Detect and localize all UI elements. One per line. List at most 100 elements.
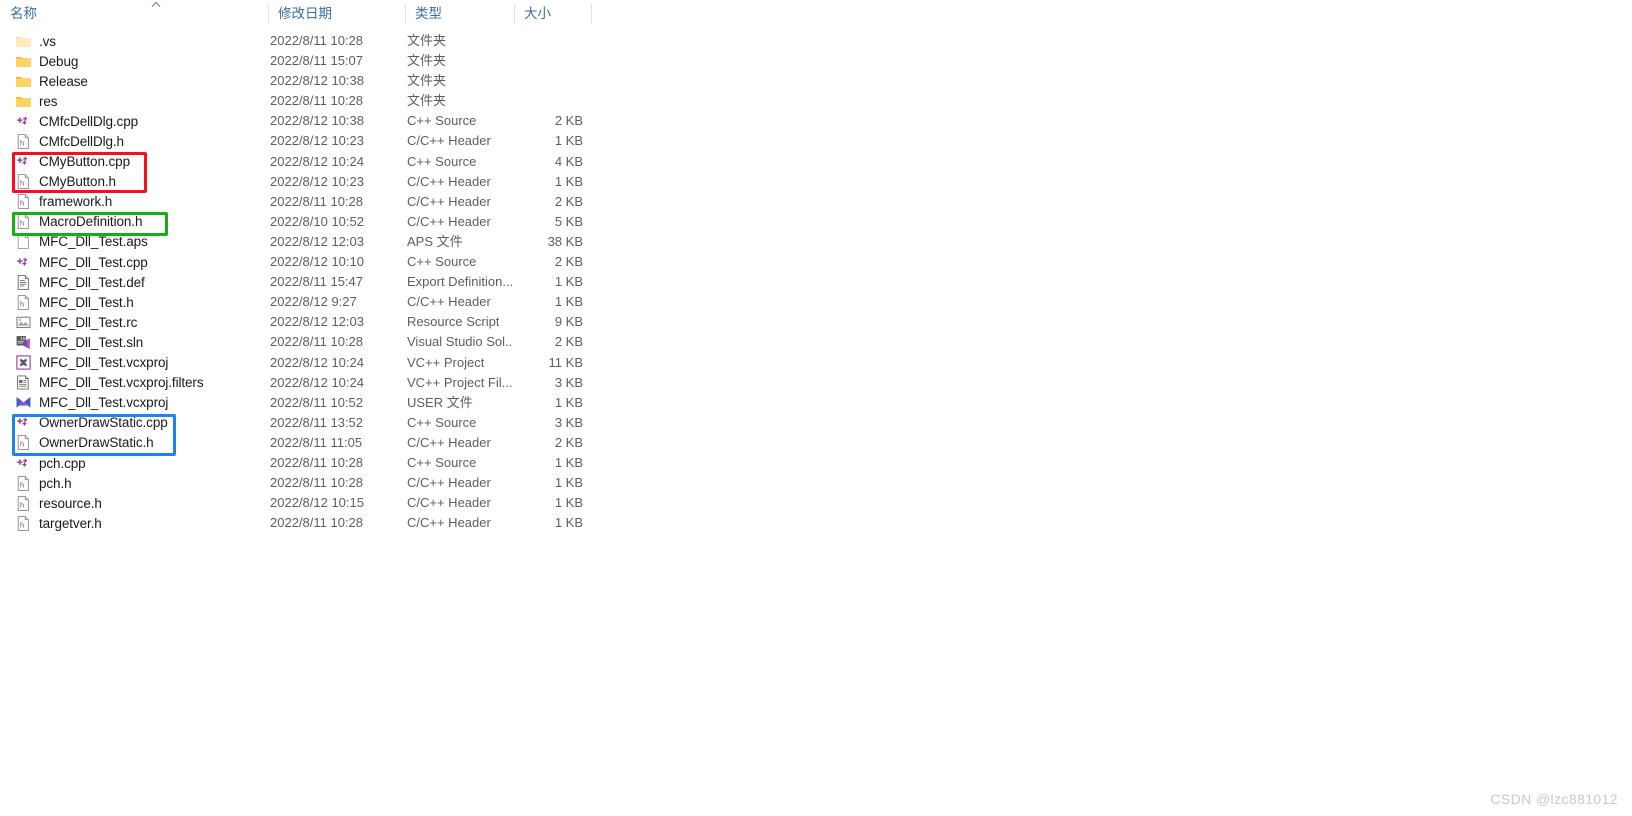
- resource-script-icon: [15, 314, 32, 331]
- folder-icon: [15, 53, 32, 70]
- column-divider[interactable]: [405, 4, 406, 24]
- file-row[interactable]: 16 MFC_Dll_Test.sln 2022/8/11 10:28 Visual …: [0, 332, 592, 352]
- file-name-cell[interactable]: h resource.h: [0, 493, 102, 513]
- file-name-cell[interactable]: OwnerDrawStatic.cpp: [0, 413, 168, 433]
- file-name-label: CMyButton.cpp: [39, 154, 130, 170]
- file-name-cell[interactable]: res: [0, 91, 58, 111]
- file-row[interactable]: MFC_Dll_Test.rc 2022/8/12 12:03 Resource S…: [0, 312, 592, 332]
- header-file-icon: h: [15, 193, 32, 210]
- file-name-label: MFC_Dll_Test.cpp: [39, 254, 148, 270]
- file-size: 1 KB: [554, 294, 583, 310]
- svg-text:h: h: [20, 139, 24, 148]
- file-row[interactable]: h resource.h 2022/8/12 10:15 C/C++ Header 1 …: [0, 493, 592, 513]
- file-name-cell[interactable]: h pch.h: [0, 473, 72, 493]
- file-name-label: targetver.h: [39, 515, 102, 531]
- file-row[interactable]: Release 2022/8/12 10:38 文件夹: [0, 71, 592, 91]
- file-row[interactable]: h framework.h 2022/8/11 10:28 C/C++ Header 2…: [0, 192, 592, 212]
- file-row[interactable]: Debug 2022/8/11 15:07 文件夹: [0, 51, 592, 71]
- folder-hidden-icon: [15, 33, 32, 50]
- file-row[interactable]: h MacroDefinition.h 2022/8/10 10:52 C/C++ H…: [0, 212, 592, 232]
- file-name-cell[interactable]: .vs: [0, 31, 56, 51]
- file-size: 1 KB: [554, 495, 583, 511]
- file-name-cell[interactable]: MFC_Dll_Test.cpp: [0, 252, 148, 272]
- column-header-size[interactable]: 大小: [514, 0, 592, 27]
- file-date-modified: 2022/8/10 10:52: [270, 213, 364, 229]
- file-date-modified: 2022/8/12 10:24: [270, 374, 364, 390]
- file-name-cell[interactable]: h CMyButton.h: [0, 172, 116, 192]
- svg-text:h: h: [20, 299, 24, 308]
- file-size: 38 KB: [547, 233, 583, 249]
- file-date-modified: 2022/8/12 10:24: [270, 354, 364, 370]
- header-file-icon: h: [15, 133, 32, 150]
- file-name-cell[interactable]: MFC_Dll_Test.rc: [0, 312, 137, 332]
- file-name-cell[interactable]: h targetver.h: [0, 513, 102, 533]
- file-size: 2 KB: [554, 254, 583, 270]
- file-name-label: MFC_Dll_Test.vcxproj: [39, 355, 169, 371]
- file-row[interactable]: h pch.h 2022/8/11 10:28 C/C++ Header 1 KB: [0, 473, 592, 493]
- file-name-cell[interactable]: MFC_Dll_Test.vcxproj.filters: [0, 373, 204, 393]
- sort-ascending-caret-icon: [150, 1, 162, 8]
- file-list[interactable]: .vs 2022/8/11 10:28 文件夹 Debug 2022/8/11 15:0…: [0, 31, 600, 533]
- file-name-cell[interactable]: MFC_Dll_Test.def: [0, 272, 145, 292]
- file-row[interactable]: .vs 2022/8/11 10:28 文件夹: [0, 31, 592, 51]
- folder-icon: [15, 73, 32, 90]
- file-name-label: MFC_Dll_Test.rc: [39, 314, 138, 330]
- column-header-name[interactable]: 名称: [0, 0, 268, 27]
- svg-text:h: h: [20, 480, 24, 489]
- file-name-cell[interactable]: h MFC_Dll_Test.h: [0, 292, 134, 312]
- file-date-modified: 2022/8/12 9:27: [270, 294, 357, 310]
- file-name-cell[interactable]: MFC_Dll_Test.aps: [0, 232, 148, 252]
- file-name-cell[interactable]: pch.cpp: [0, 453, 86, 473]
- file-row[interactable]: OwnerDrawStatic.cpp 2022/8/11 13:52 C++ So…: [0, 413, 592, 433]
- file-date-modified: 2022/8/11 10:28: [270, 33, 364, 48]
- vcxproj-user-icon: [15, 394, 32, 411]
- file-row[interactable]: MFC_Dll_Test.vcxproj.filters 2022/8/12 10…: [0, 373, 592, 393]
- file-row[interactable]: MFC_Dll_Test.def 2022/8/11 15:47 Export De…: [0, 272, 592, 292]
- column-divider[interactable]: [514, 4, 515, 24]
- file-name-cell[interactable]: MFC_Dll_Test.vcxproj: [0, 353, 168, 373]
- header-file-icon: h: [15, 173, 32, 190]
- column-header-date-modified[interactable]: 修改日期: [268, 0, 405, 27]
- file-row[interactable]: MFC_Dll_Test.cpp 2022/8/12 10:10 C++ Sourc…: [0, 252, 592, 272]
- file-date-modified: 2022/8/12 10:15: [270, 495, 364, 511]
- file-name-cell[interactable]: CMyButton.cpp: [0, 152, 130, 172]
- file-size: 2 KB: [554, 193, 583, 209]
- column-header-type[interactable]: 类型: [405, 0, 514, 27]
- file-row[interactable]: MFC_Dll_Test.vcxproj 2022/8/11 10:52 USER …: [0, 393, 592, 413]
- file-name-cell[interactable]: MFC_Dll_Test.vcxproj: [0, 393, 168, 413]
- file-name-cell[interactable]: Debug: [0, 51, 78, 71]
- header-file-icon: h: [15, 495, 32, 512]
- file-row[interactable]: h MFC_Dll_Test.h 2022/8/12 9:27 C/C++ Heade…: [0, 292, 592, 312]
- column-divider[interactable]: [268, 4, 269, 24]
- file-size: 2 KB: [554, 334, 583, 350]
- file-name-label: MFC_Dll_Test.vcxproj: [39, 395, 169, 411]
- file-size: 2 KB: [554, 434, 583, 450]
- file-name-cell[interactable]: h CMfcDellDlg.h: [0, 131, 124, 151]
- svg-text:16: 16: [20, 336, 26, 341]
- svg-text:h: h: [20, 440, 24, 449]
- file-row[interactable]: CMfcDellDlg.cpp 2022/8/12 10:38 C++ Source…: [0, 111, 592, 131]
- file-name-cell[interactable]: Release: [0, 71, 88, 91]
- file-row[interactable]: MFC_Dll_Test.vcxproj 2022/8/12 10:24 VC++ …: [0, 353, 592, 373]
- file-row[interactable]: res 2022/8/11 10:28 文件夹: [0, 91, 592, 111]
- file-row[interactable]: h CMyButton.h 2022/8/12 10:23 C/C++ Header 1…: [0, 172, 592, 192]
- file-row[interactable]: h targetver.h 2022/8/11 10:28 C/C++ Header 1…: [0, 513, 592, 533]
- file-name-cell[interactable]: h OwnerDrawStatic.h: [0, 433, 154, 453]
- file-name-label: pch.cpp: [39, 455, 86, 471]
- column-divider[interactable]: [591, 4, 592, 24]
- file-date-modified: 2022/8/11 15:07: [270, 53, 364, 69]
- file-size: 11 KB: [548, 354, 583, 370]
- file-row[interactable]: h CMfcDellDlg.h 2022/8/12 10:23 C/C++ Heade…: [0, 131, 592, 151]
- file-name-cell[interactable]: h framework.h: [0, 192, 112, 212]
- file-row[interactable]: pch.cpp 2022/8/11 10:28 C++ Source 1 KB: [0, 453, 592, 473]
- file-size: 1 KB: [554, 394, 583, 410]
- file-row[interactable]: CMyButton.cpp 2022/8/12 10:24 C++ Source 4 …: [0, 152, 592, 172]
- file-date-modified: 2022/8/11 10:28: [270, 515, 364, 531]
- file-name-cell[interactable]: CMfcDellDlg.cpp: [0, 111, 138, 131]
- svg-text:h: h: [20, 199, 24, 208]
- file-row[interactable]: h OwnerDrawStatic.h 2022/8/11 11:05 C/C++ H…: [0, 433, 592, 453]
- file-name-cell[interactable]: 16 MFC_Dll_Test.sln: [0, 332, 143, 352]
- file-row[interactable]: MFC_Dll_Test.aps 2022/8/12 12:03 APS 文件 38 …: [0, 232, 592, 252]
- blank-file-icon: [15, 233, 32, 250]
- file-name-cell[interactable]: h MacroDefinition.h: [0, 212, 142, 232]
